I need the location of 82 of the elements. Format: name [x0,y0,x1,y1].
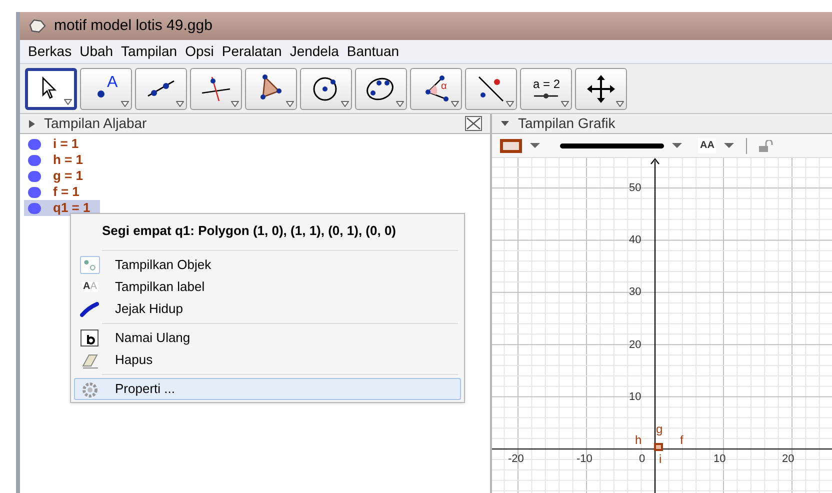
tool-button[interactable] [355,68,407,110]
tick-label: 50 [629,183,642,194]
dropdown-arrow-icon[interactable] [341,100,349,106]
menu-item[interactable]: Bantuan [342,41,404,62]
point-label: i [659,453,662,465]
dropdown-arrow-icon[interactable] [451,100,459,106]
tool-button[interactable] [190,68,242,110]
tool-button[interactable] [300,68,352,110]
rename-icon [80,329,100,347]
tick-label: 30 [629,287,642,298]
algebra-label: g = 1 [53,167,83,186]
tool-icon [97,90,105,98]
algebra-label: i = 1 [53,135,79,154]
menu-title: Segi empat q1: Polygon (1, 0), (1, 1), (0, 1), (0, 0) [101,222,398,240]
tool-icon [585,72,617,104]
window-title: motif model lotis 49.ggb [54,16,212,36]
label-icon: AA [82,282,98,292]
close-icon[interactable] [465,116,482,131]
tick-label: 20 [629,340,642,351]
tick-label: 20 [782,454,794,465]
menu-item[interactable]: Tampilan [117,41,182,62]
point-label: g [656,423,663,435]
polygon-shape [654,443,663,451]
menu-item[interactable]: Ubah [76,41,118,62]
menu-item[interactable]: Properti ... [74,378,461,400]
dropdown-arrow-icon[interactable] [506,100,514,106]
tool-button[interactable] [465,68,517,110]
menu-item[interactable]: AA Tampilkan label [74,276,461,298]
tick-label: -10 [576,454,592,465]
menu-item[interactable]: Peralatan [218,41,286,62]
tool-button[interactable] [245,68,297,110]
dropdown-arrow-icon[interactable] [176,100,184,106]
dropdown-icon[interactable] [530,142,540,148]
collapse-arrow-icon[interactable] [500,120,510,128]
algebra-label: q1 = 1 [53,199,90,218]
dropdown-arrow-icon[interactable] [396,100,404,106]
menu-item[interactable]: Jendela [286,41,343,62]
point-label: f [680,434,684,446]
menu-item[interactable]: Hapus [74,349,461,371]
line-style-icon[interactable] [560,142,664,148]
collapse-arrow-icon[interactable] [28,118,36,128]
fill-color-icon[interactable] [500,138,522,152]
menu-item[interactable]: Namai Ulang [74,327,461,349]
point-label: h [635,434,642,446]
dropdown-arrow-icon[interactable] [616,100,624,106]
menu-item[interactable]: Tampilkan Objek [74,254,461,276]
algebra-item[interactable]: g = 1 [24,168,100,184]
tick-label: 10 [714,454,726,465]
tick-label: 10 [629,392,642,403]
dropdown-arrow-icon[interactable] [286,100,294,106]
polygon-icon [28,19,46,33]
tool-button[interactable] [575,68,627,110]
panel-title: Tampilan Grafik [518,114,616,133]
dropdown-arrow-icon[interactable] [231,100,239,106]
dropdown-arrow-icon[interactable] [64,98,72,104]
tool-button[interactable]: α [410,68,462,110]
menu-item[interactable]: Berkas [24,41,76,62]
menu-item[interactable]: Opsi [181,41,218,62]
dropdown-arrow-icon[interactable] [561,100,569,106]
dropdown-arrow-icon[interactable] [121,100,129,106]
text-style-button[interactable]: AA [698,138,716,153]
trace-icon [80,300,100,318]
tick-label: -20 [508,454,524,465]
tool-button[interactable]: A [80,68,132,110]
algebra-label: h = 1 [53,151,83,170]
tool-button[interactable] [135,68,187,110]
algebra-item[interactable]: q1 = 1 [24,200,100,216]
algebra-item[interactable]: h = 1 [24,152,100,168]
tool-icon [533,92,559,98]
algebra-label: f = 1 [53,183,80,202]
menu-item[interactable]: Jejak Hidup [74,298,461,320]
dropdown-icon[interactable] [672,142,682,148]
tool-button[interactable] [25,68,77,110]
panel-title: Tampilan Aljabar [44,114,147,133]
tool-button[interactable]: a = 2 [520,68,572,110]
algebra-item[interactable]: f = 1 [24,184,100,200]
tick-label: 40 [629,235,642,246]
algebra-item[interactable]: i = 1 [24,136,100,152]
gear-icon [80,380,100,398]
dropdown-icon[interactable] [724,142,734,148]
tick-label: 0 [639,454,646,465]
lock-icon[interactable] [759,140,774,152]
